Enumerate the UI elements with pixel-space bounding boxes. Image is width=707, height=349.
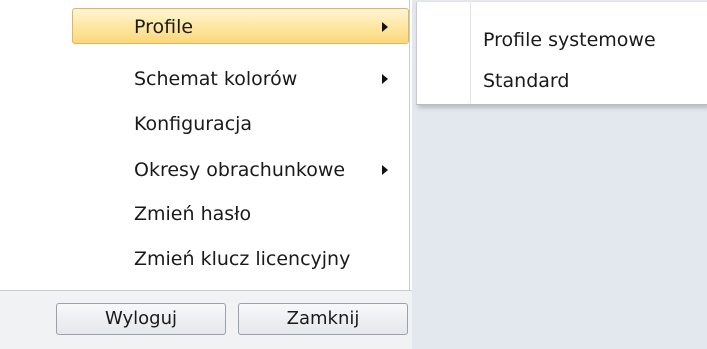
- profile-submenu: Profile systemowe Standard: [416, 2, 707, 105]
- logout-button[interactable]: Wyloguj: [56, 303, 226, 335]
- menu-item-accounting-periods[interactable]: Okresy obrachunkowe: [72, 149, 409, 193]
- submenu-item-label: Profile systemowe: [483, 29, 656, 51]
- menu-item-label: Schemat kolorów: [134, 68, 298, 90]
- menu-item-configuration[interactable]: Konfiguracja: [72, 103, 409, 147]
- submenu-arrow-icon: [382, 74, 388, 84]
- menu-item-label: Konfiguracja: [134, 113, 253, 135]
- menu-item-change-password[interactable]: Zmień hasło: [72, 193, 409, 237]
- main-menu: Profile Schemat kolorów Konfiguracja Okr…: [0, 0, 410, 290]
- menu-item-label: Zmień hasło: [134, 203, 252, 225]
- menu-item-profile[interactable]: Profile: [72, 8, 409, 44]
- menu-item-change-license-key[interactable]: Zmień klucz licencyjny: [72, 238, 409, 282]
- close-button[interactable]: Zamknij: [238, 303, 408, 335]
- menu-footer: Wyloguj Zamknij: [0, 291, 412, 349]
- submenu-arrow-icon: [382, 165, 388, 175]
- menu-item-color-scheme[interactable]: Schemat kolorów: [72, 58, 409, 102]
- submenu-arrow-icon: [382, 22, 388, 32]
- menu-item-label: Profile: [134, 16, 194, 38]
- menu-item-label: Okresy obrachunkowe: [134, 159, 346, 181]
- submenu-item-standard[interactable]: Standard: [417, 61, 706, 101]
- menu-item-label: Zmień klucz licencyjny: [134, 248, 351, 270]
- submenu-item-system-profiles[interactable]: Profile systemowe: [417, 20, 706, 60]
- submenu-item-label: Standard: [483, 70, 570, 92]
